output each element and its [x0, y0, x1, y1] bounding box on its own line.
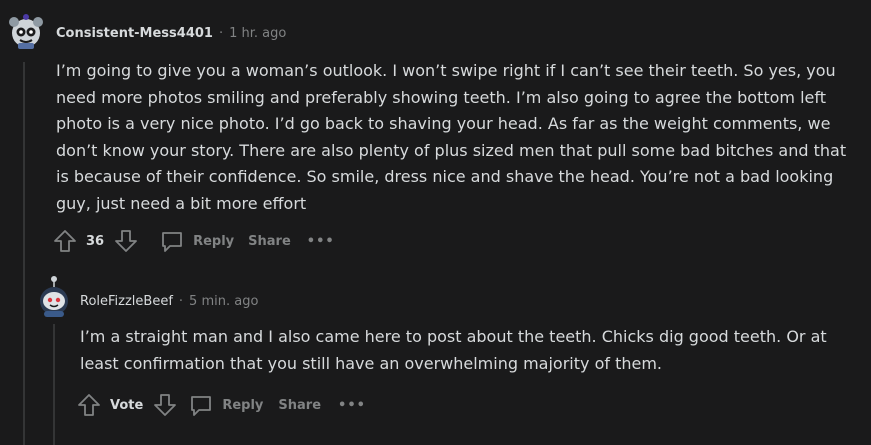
snoo-avatar-icon: [40, 276, 68, 317]
comment-header: Consistent-Mess4401 · 1 hr. ago: [56, 26, 286, 41]
timestamp[interactable]: 1 hr. ago: [229, 26, 286, 41]
share-button[interactable]: Share: [278, 398, 321, 413]
thread-line-parent[interactable]: [23, 62, 25, 445]
reply-label: Reply: [193, 233, 235, 249]
timestamp[interactable]: 5 min. ago: [189, 294, 258, 309]
comment-body: I’m going to give you a woman’s outlook.…: [56, 61, 847, 213]
username[interactable]: RoleFizzleBeef: [80, 294, 173, 309]
vote-count: 36: [86, 233, 105, 249]
separator-dot: ·: [218, 26, 224, 41]
comment-body: I’m a straight man and I also came here …: [80, 327, 827, 373]
reply-button[interactable]: Reply: [188, 392, 263, 418]
arrow-down-icon: [115, 230, 137, 252]
comment-bubble-icon: [162, 232, 182, 252]
avatar[interactable]: [7, 12, 45, 50]
share-button[interactable]: Share: [248, 234, 291, 249]
comment-header: RoleFizzleBeef · 5 min. ago: [80, 294, 258, 309]
snoo-avatar-icon: [9, 14, 43, 49]
ellipsis-icon: •••: [306, 233, 335, 249]
username[interactable]: Consistent-Mess4401: [56, 26, 213, 41]
more-options-button[interactable]: •••: [338, 398, 366, 413]
upvote-button[interactable]: [76, 392, 102, 418]
arrow-up-icon: [54, 230, 76, 252]
more-options-button[interactable]: •••: [307, 234, 335, 249]
vote-label: Vote: [110, 397, 144, 413]
arrow-down-icon: [154, 394, 177, 416]
thread-line-reply[interactable]: [53, 324, 55, 445]
reply-label: Reply: [222, 397, 264, 413]
downvote-button[interactable]: [152, 392, 178, 418]
arrow-up-icon: [78, 394, 100, 416]
comment-actions: 36 Reply Share •••: [52, 227, 335, 255]
ellipsis-icon: •••: [338, 397, 366, 413]
reply-button[interactable]: Reply: [159, 228, 234, 254]
downvote-button[interactable]: [113, 228, 139, 254]
avatar[interactable]: [36, 275, 72, 319]
upvote-button[interactable]: [52, 228, 78, 254]
comment-bubble-icon: [191, 396, 212, 416]
separator-dot: ·: [178, 294, 184, 309]
comment-actions: Vote Reply Share •••: [76, 391, 366, 419]
